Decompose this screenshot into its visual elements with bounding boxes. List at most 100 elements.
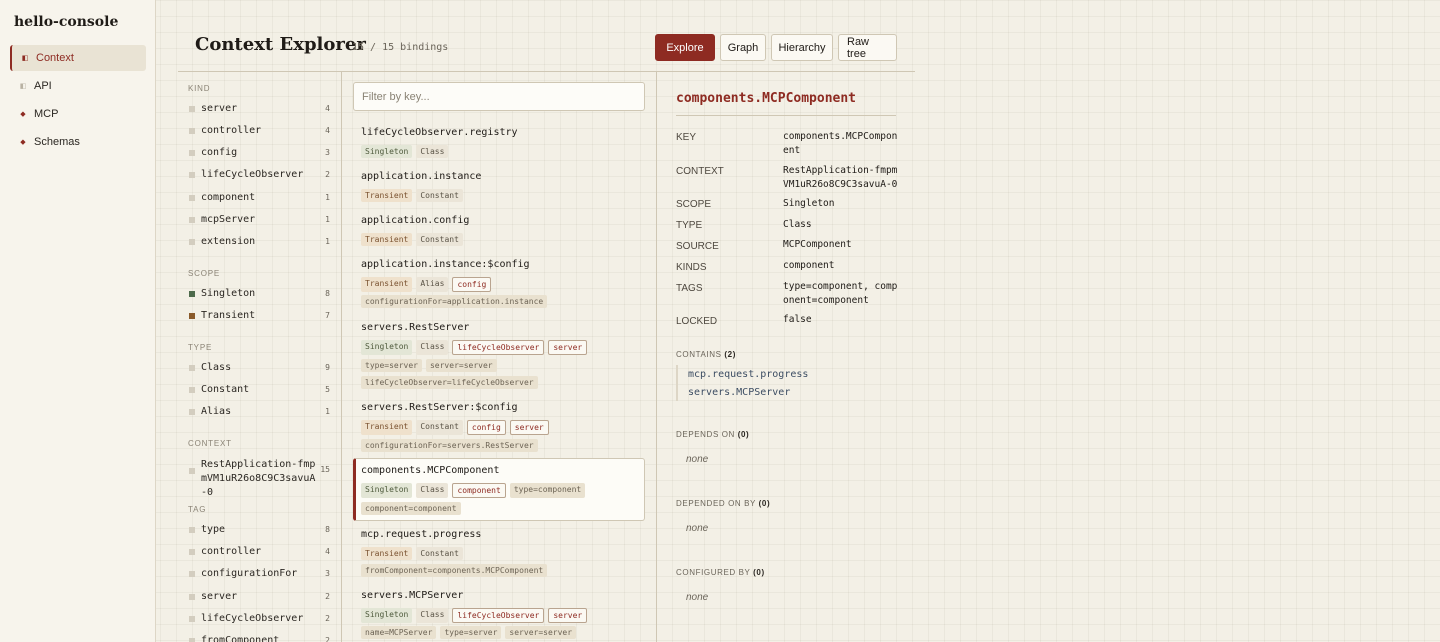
depends-on-empty: none xyxy=(686,454,709,465)
facet-tag-configurationfor[interactable]: configurationFor 3 xyxy=(188,567,330,583)
hierarchy-view-button[interactable]: Hierarchy xyxy=(771,34,833,61)
bindings-panel: lifeCycleObserver.registry Singleton Cla… xyxy=(342,72,657,642)
facet-count: 2 xyxy=(325,614,330,623)
binding-tag-row: Transient Constant xyxy=(361,189,463,202)
facet-count: 1 xyxy=(325,215,330,224)
prop-label-locked: LOCKED xyxy=(676,316,718,327)
nav-item-schemas[interactable]: ◆ Schemas xyxy=(10,129,146,155)
raw-tree-view-button[interactable]: Raw tree xyxy=(838,34,897,61)
facet-tag-type[interactable]: type 8 xyxy=(188,523,330,539)
configured-by-heading: CONFIGURED BY (0) xyxy=(676,568,765,577)
facet-tag-controller[interactable]: controller 4 xyxy=(188,545,330,561)
facet-kind-config[interactable]: config 3 xyxy=(188,146,330,162)
facet-heading-kind: KIND xyxy=(188,84,211,93)
facet-swatch xyxy=(189,409,195,415)
facet-panel: KIND server 4 controller 4 config 3 lifeCyc… xyxy=(178,72,342,642)
prop-value-scope: Singleton xyxy=(783,198,835,209)
prop-label-kinds: KINDS xyxy=(676,262,707,273)
facet-label: server xyxy=(201,103,238,114)
detail-title: components.MCPComponent xyxy=(676,91,857,106)
binding-count: 15 / 15 bindings xyxy=(352,42,449,53)
nav-item-mcp[interactable]: ◆ MCP xyxy=(10,101,146,127)
nav-item-label: Context xyxy=(36,52,74,64)
facet-swatch xyxy=(189,468,195,474)
type-chip: Constant xyxy=(416,233,463,246)
facet-count: 2 xyxy=(325,592,330,601)
facet-tag-server[interactable]: server 2 xyxy=(188,590,330,606)
binding-tag-row: Singleton Class lifeCycleObserver server xyxy=(361,608,588,623)
prop-value-key: components.MCPComponent xyxy=(783,131,898,156)
prop-label-source: SOURCE xyxy=(676,241,719,252)
prop-value-tags: type=component, component=component xyxy=(783,281,898,306)
facet-kind-lifecycleobserver[interactable]: lifeCycleObserver 2 xyxy=(188,168,330,184)
binding-item[interactable]: application.instance Transient Constant xyxy=(353,171,645,209)
details-panel: components.MCPComponent KEY components.M… xyxy=(658,72,915,642)
depended-on-by-empty: none xyxy=(686,523,709,534)
type-chip: Class xyxy=(416,608,449,623)
facet-label: config xyxy=(201,147,238,158)
contains-link[interactable]: mcp.request.progress xyxy=(688,369,808,380)
kind-chip: lifeCycleObserver xyxy=(452,608,545,623)
facet-tag-lifecycleobserver[interactable]: lifeCycleObserver 2 xyxy=(188,612,330,628)
scope-chip: Transient xyxy=(361,233,413,246)
facet-swatch xyxy=(189,571,195,577)
prop-value-type: Class xyxy=(783,219,812,230)
facet-swatch xyxy=(189,172,195,178)
nav-item-api[interactable]: ◧ API xyxy=(10,73,146,99)
binding-item[interactable]: lifeCycleObserver.registry Singleton Cla… xyxy=(353,127,645,165)
configured-by-empty: none xyxy=(686,592,709,603)
binding-item[interactable]: mcp.request.progress Transient Constant … xyxy=(353,529,645,585)
api-icon: ◧ xyxy=(19,83,27,90)
facet-swatch xyxy=(189,313,195,319)
kind-chip: config xyxy=(466,420,506,435)
scope-chip: Transient xyxy=(361,547,413,560)
nav-item-context[interactable]: ◧ Context xyxy=(10,45,146,71)
facet-count: 3 xyxy=(325,148,330,157)
facet-label: Transient xyxy=(201,310,256,321)
binding-item[interactable]: servers.RestServer:$config Transient Con… xyxy=(353,402,645,458)
facet-count: 1 xyxy=(325,193,330,202)
depends-on-heading: DEPENDS ON (0) xyxy=(676,430,749,439)
app-brand: hello-console xyxy=(14,14,119,30)
facet-count: 3 xyxy=(325,569,330,578)
filter-input[interactable] xyxy=(353,82,645,111)
binding-item[interactable]: application.config Transient Constant xyxy=(353,215,645,253)
facet-count: 15 xyxy=(320,465,330,474)
contains-link[interactable]: servers.MCPServer xyxy=(688,387,790,398)
tag-chip: type=server xyxy=(440,626,502,639)
facet-kind-controller[interactable]: controller 4 xyxy=(188,124,330,140)
explore-view-button[interactable]: Explore xyxy=(655,34,715,61)
facet-scope-transient[interactable]: Transient 7 xyxy=(188,309,330,325)
prop-label-type: TYPE xyxy=(676,220,703,231)
facet-context-restapplication[interactable]: RestApplication-fmpmVM1uR26o8C9C3savuA-0… xyxy=(188,457,330,498)
facet-kind-mcpserver[interactable]: mcpServer 1 xyxy=(188,213,330,229)
binding-item[interactable]: servers.RestServer Singleton Class lifeC… xyxy=(353,322,645,394)
facet-kind-extension[interactable]: extension 1 xyxy=(188,235,330,251)
facet-tag-fromcomponent[interactable]: fromComponent 2 xyxy=(188,634,330,642)
section-label: DEPENDED ON BY xyxy=(676,499,756,508)
facet-heading-type: TYPE xyxy=(188,343,213,352)
facet-kind-server[interactable]: server 4 xyxy=(188,102,330,118)
detail-divider xyxy=(676,115,896,116)
facet-kind-component[interactable]: component 1 xyxy=(188,191,330,207)
binding-tag-row: component=component xyxy=(361,502,461,515)
depended-on-by-heading: DEPENDED ON BY (0) xyxy=(676,499,770,508)
facet-type-constant[interactable]: Constant 5 xyxy=(188,383,330,399)
prop-label-scope: SCOPE xyxy=(676,199,712,210)
binding-item[interactable]: servers.MCPServer Singleton Class lifeCy… xyxy=(353,590,645,642)
tag-chip: server=server xyxy=(505,626,577,639)
tag-chip: configurationFor=application.instance xyxy=(361,295,548,308)
facet-label: Singleton xyxy=(201,288,256,299)
binding-item-selected[interactable]: components.MCPComponent Singleton Class … xyxy=(353,458,645,521)
facet-count: 7 xyxy=(325,311,330,320)
facet-scope-singleton[interactable]: Singleton 8 xyxy=(188,287,330,303)
facet-swatch xyxy=(189,638,195,642)
binding-item[interactable]: application.instance:$config Transient A… xyxy=(353,259,645,315)
graph-view-button[interactable]: Graph xyxy=(720,34,766,61)
facet-type-alias[interactable]: Alias 1 xyxy=(188,405,330,421)
binding-key: application.instance xyxy=(361,171,482,182)
type-chip: Constant xyxy=(416,420,463,435)
tag-chip: name=MCPServer xyxy=(361,626,437,639)
facet-type-class[interactable]: Class 9 xyxy=(188,361,330,377)
section-label: CONTAINS xyxy=(676,350,722,359)
